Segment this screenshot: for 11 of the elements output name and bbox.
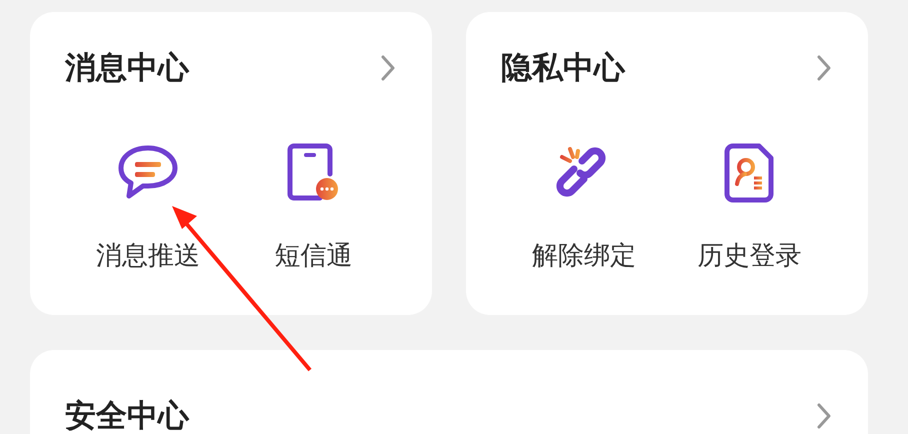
item-label[interactable]: 短信通 [274,240,352,272]
item-label[interactable]: 解除绑定 [532,240,636,272]
card-title: 隐私中心 [501,49,625,88]
card-title: 消息中心 [65,49,189,88]
chevron-right-icon[interactable] [816,402,832,430]
user-document-icon [723,142,776,204]
chevron-right-icon[interactable] [816,54,832,82]
item-label[interactable]: 消息推送 [96,240,200,272]
chevron-right-icon[interactable] [380,54,396,82]
item-label[interactable]: 历史登录 [697,240,802,272]
card-title: 安全中心 [65,397,189,434]
